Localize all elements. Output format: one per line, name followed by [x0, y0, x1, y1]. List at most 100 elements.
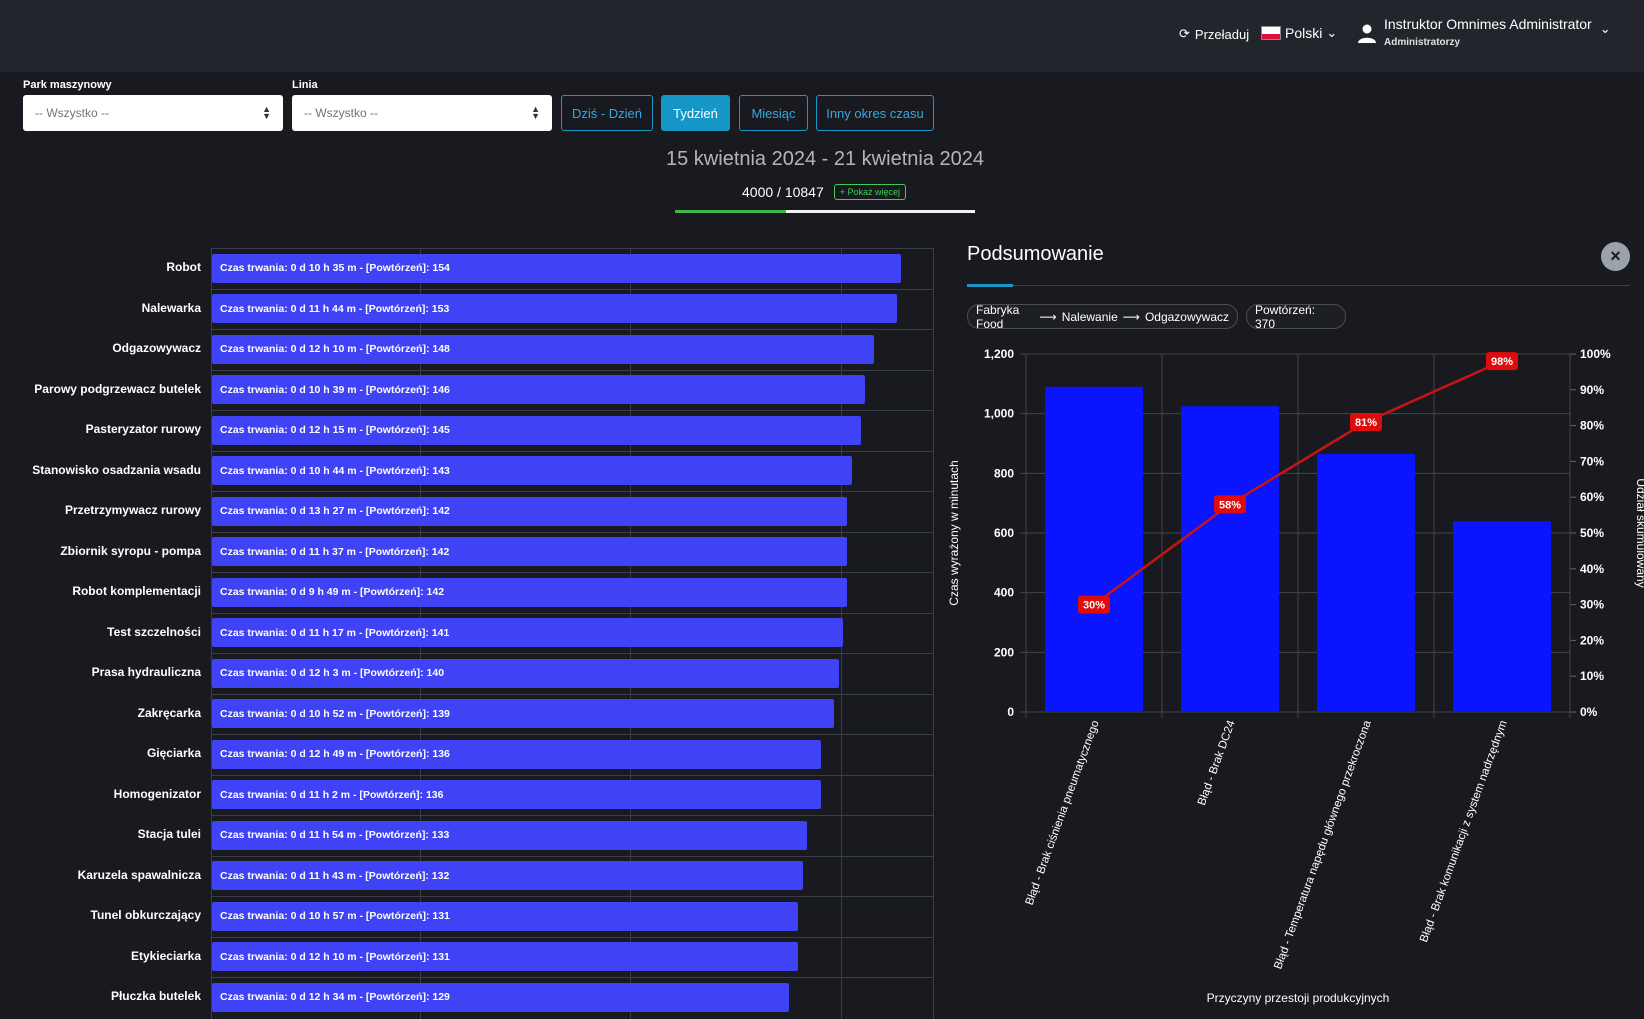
machine-bar[interactable]: Czas trwania: 0 d 10 h 57 m - [Powtórzeń… [212, 901, 799, 931]
grid-line [211, 896, 934, 897]
grid-line [211, 531, 934, 533]
grid-line [211, 693, 934, 695]
machine-bar[interactable]: Czas trwania: 0 d 10 h 52 m - [Powtórzeń… [212, 699, 835, 729]
x-category-label: Błąd - Brak komunikacji z system nadrzęd… [1418, 719, 1510, 944]
counter-text: 4000 / 10847 [742, 184, 824, 200]
refresh-icon: ⟳ [1179, 26, 1190, 41]
machine-label: Parowy podgrzewacz butelek [34, 381, 201, 396]
load-progress-bar [675, 210, 975, 213]
machine-park-select[interactable]: -- Wszystko -- ▲ ▼ [23, 95, 283, 131]
machine-bar[interactable]: Czas trwania: 0 d 12 h 10 m - [Powtórzeń… [212, 334, 875, 364]
top-bar: ⟳ Przeładuj Polski ⌄ Instruktor Omnimes … [0, 0, 1644, 72]
point-label: 30% [1083, 600, 1105, 612]
y-tick-label: 1,000 [984, 407, 1014, 421]
pareto-bar [1453, 521, 1551, 712]
grid-line [211, 855, 934, 857]
machine-bar[interactable]: Czas trwania: 0 d 10 h 35 m - [Powtórzeń… [212, 253, 902, 283]
grid-line [211, 936, 934, 938]
language-selector[interactable]: Polski ⌄ [1261, 25, 1337, 41]
grid-line [211, 815, 934, 816]
machine-label: Odgazowywacz [112, 341, 201, 356]
x-category-label: Błąd - Brak DC24 [1196, 718, 1238, 807]
period-today-button[interactable]: Dziś - Dzień [561, 95, 653, 131]
language-label: Polski [1285, 25, 1323, 41]
pareto-chart: 0 200 400 600 800 1,000 1,200 0% 10% 20% 30% 40% 50%… [947, 347, 1644, 1005]
reload-label: Przeładuj [1194, 26, 1250, 42]
machine-bar[interactable]: Czas trwania: 0 d 12 h 10 m - [Powtórzeń… [212, 942, 799, 972]
machine-label: Płuczka butelek [110, 989, 201, 1004]
machine-label: Przetrzymywacz rurowy [64, 503, 201, 518]
close-summary-button[interactable]: × [1601, 242, 1630, 271]
breadcrumb-item: Nalewanie [1061, 309, 1118, 324]
load-progress-fill [675, 210, 786, 213]
machine-bar[interactable]: Czas trwania: 0 d 11 h 2 m - [Powtórzeń]… [212, 780, 821, 810]
summary-breadcrumb: Fabryka Food ⟶ Nalewanie ⟶ Odgazowywacz [967, 302, 1238, 331]
reload-button[interactable]: ⟳ Przeładuj [1179, 26, 1249, 42]
machine-bar[interactable]: Czas trwania: 0 d 10 h 44 m - [Powtórzeń… [212, 456, 852, 486]
user-name: Instruktor Omnimes Administrator [1384, 16, 1592, 32]
arrow-right-icon: ⟶ [1039, 309, 1057, 324]
machine-bar[interactable]: Czas trwania: 0 d 11 h 44 m - [Powtórzeń… [212, 294, 897, 324]
breadcrumb-item: Odgazowywacz [1144, 309, 1229, 324]
period-custom-button[interactable]: Inny okres czasu [816, 95, 934, 131]
machine-label: Robot komplementacji [72, 584, 201, 599]
period-month-button[interactable]: Miesiąc [739, 95, 808, 131]
machine-bar[interactable]: Czas trwania: 0 d 13 h 27 m - [Powtórzeń… [212, 496, 848, 526]
chevron-down-icon: ⌄ [1599, 21, 1611, 36]
machine-bar[interactable]: Czas trwania: 0 d 12 h 34 m - [Powtórzeń… [212, 982, 790, 1012]
machine-bar[interactable]: Czas trwania: 0 d 11 h 54 m - [Powtórzeń… [212, 820, 808, 850]
show-more-button[interactable]: + Pokaż więcej [833, 184, 907, 200]
machine-bar[interactable]: Czas trwania: 0 d 9 h 49 m - [Powtórzeń]… [212, 577, 848, 607]
machine-park-value: -- Wszystko -- [35, 106, 109, 120]
pareto-bar [1317, 453, 1415, 712]
machine-bar[interactable]: Czas trwania: 0 d 12 h 3 m - [Powtórzeń]… [212, 658, 839, 688]
machine-label: Zbiornik syropu - pompa [60, 543, 201, 558]
select-arrows-icon: ▲ ▼ [262, 104, 271, 121]
machine-label: Pasteryzator rurowy [85, 422, 201, 437]
y2-tick-label: 70% [1580, 454, 1604, 468]
x-category-label: Błąd - Brak ciśnienia pneumatycznego [1024, 719, 1102, 907]
chevron-down-icon: ⌄ [1326, 25, 1338, 40]
user-menu[interactable]: Instruktor Omnimes Administrator Adminis… [1358, 16, 1611, 48]
arrow-right-icon: ⟶ [1122, 309, 1140, 324]
y2-tick-label: 100% [1580, 347, 1611, 361]
y-axis-title: Czas wyrażony w minutach [947, 460, 961, 605]
breadcrumb-item: Fabryka Food [976, 302, 1020, 331]
y2-tick-label: 60% [1580, 490, 1604, 504]
line-select[interactable]: -- Wszystko -- ▲ ▼ [292, 95, 552, 131]
machine-bar[interactable]: Czas trwania: 0 d 12 h 15 m - [Powtórzeń… [212, 415, 861, 445]
records-counter: 4000 / 10847 + Pokaż więcej [742, 184, 907, 200]
point-label: 58% [1219, 499, 1241, 511]
machine-bar[interactable]: Czas trwania: 0 d 10 h 39 m - [Powtórzeń… [212, 375, 866, 405]
y2-tick-label: 50% [1580, 526, 1604, 540]
y2-tick-label: 80% [1580, 419, 1604, 433]
y2-tick-label: 20% [1580, 633, 1604, 647]
machine-park-label: Park maszynowy [23, 79, 112, 91]
machine-bar[interactable]: Czas trwania: 0 d 11 h 37 m - [Powtórzeń… [212, 537, 848, 567]
grid-line [211, 734, 934, 735]
line-value: -- Wszystko -- [304, 106, 378, 120]
pareto-bar [1181, 406, 1279, 712]
line-label: Linia [292, 79, 318, 91]
y-tick-label: 1,200 [984, 347, 1014, 361]
machine-bar[interactable]: Czas trwania: 0 d 11 h 43 m - [Powtórzeń… [212, 861, 803, 891]
machine-bar[interactable]: Czas trwania: 0 d 11 h 17 m - [Powtórzeń… [212, 618, 843, 648]
machine-label: Nalewarka [141, 300, 201, 315]
close-icon: × [1610, 246, 1621, 266]
y2-tick-label: 10% [1580, 669, 1604, 683]
machine-label: Tunel obkurczający [90, 908, 201, 923]
x-axis-title: Przyczyny przestoji produkcyjnych [1207, 991, 1390, 1005]
y-tick-label: 400 [994, 586, 1014, 600]
grid-line [211, 329, 934, 330]
machine-label: Prasa hydrauliczna [91, 665, 201, 680]
period-week-button[interactable]: Tydzień [661, 95, 730, 131]
grid-line [211, 410, 934, 411]
y-tick-label: 200 [994, 645, 1014, 659]
x-category-label: Błąd - Temperatura napędu głównego przek… [1272, 718, 1374, 971]
y2-tick-label: 90% [1580, 383, 1604, 397]
grid-line [211, 774, 934, 776]
machine-label: Gięciarka [146, 746, 201, 761]
machine-label: Test szczelności [107, 624, 201, 639]
repeats-badge: Powtórzeń: 370 [1246, 303, 1346, 331]
machine-bar[interactable]: Czas trwania: 0 d 12 h 49 m - [Powtórzeń… [212, 739, 821, 769]
